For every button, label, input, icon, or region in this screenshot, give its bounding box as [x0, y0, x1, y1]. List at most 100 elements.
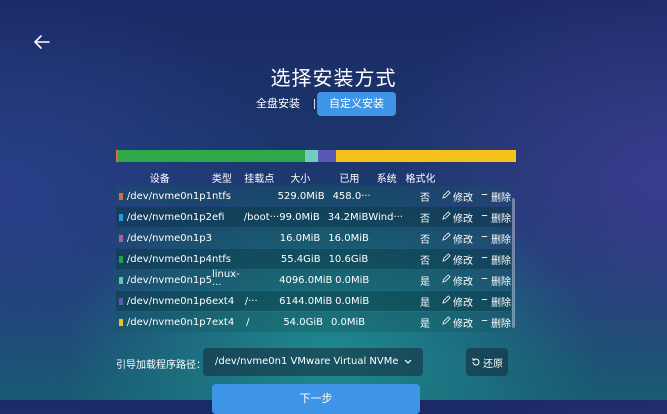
pencil-icon — [442, 274, 453, 286]
delete-partition-button[interactable]: 删除 — [480, 189, 511, 204]
table-row[interactable]: /dev/nvme0n1p5 linux-··· 4096.0MiB 0.0MiB 是修… — [116, 269, 511, 291]
disk-usage-bar — [116, 150, 516, 162]
cell-mount: / — [246, 316, 250, 328]
cell-format: 是 — [420, 276, 430, 288]
bootloader-select[interactable]: /dev/nvme0n1 VMware Virtual NVMe Disk — [203, 348, 423, 395]
minus-icon — [480, 316, 491, 328]
partition-color-swatch — [119, 255, 123, 263]
cell-used: 10.6GiB — [328, 253, 369, 265]
cell-device: /dev/nvme0n1p3 — [116, 233, 212, 244]
table-row[interactable]: /dev/nvme0n1p7 ext4 / 54.0GiB 0.0MiB 是修改 删除 — [116, 312, 511, 332]
pencil-icon — [442, 211, 453, 223]
cell-used: 0.0MiB — [335, 295, 370, 307]
header-mount: 挂载点 — [244, 173, 275, 185]
partition-color-swatch — [119, 213, 123, 221]
table-header: 设备 类型 挂载点 大小 已用 系统 格式化 — [116, 168, 511, 186]
install-mode-tabs: 全盘安装 自定义安装 — [244, 92, 396, 116]
pencil-icon — [442, 190, 453, 202]
back-button[interactable] — [30, 30, 54, 54]
minus-icon — [480, 253, 491, 265]
partition-color-swatch — [119, 192, 123, 200]
partition-table: 设备 类型 挂载点 大小 已用 系统 格式化 /dev/nvme0n1p1 ntf… — [116, 168, 511, 333]
cell-system: Wind··· — [368, 211, 403, 223]
cell-used: 0.0MiB — [330, 316, 366, 328]
cell-format: 是 — [420, 318, 430, 330]
partition-color-swatch — [119, 276, 123, 284]
bootloader-label: 引导加载程序路径： — [116, 360, 206, 371]
cell-format: 否 — [420, 255, 431, 267]
partition-color-swatch — [119, 318, 123, 326]
edit-partition-button[interactable]: 修改 — [442, 315, 473, 330]
header-size: 大小 — [290, 173, 311, 185]
delete-partition-button[interactable]: 删除 — [480, 315, 511, 330]
partition-rows: /dev/nvme0n1p1 ntfs 529.0MiB 458.0··· 否修改 删除 /… — [116, 186, 511, 332]
partition-color-swatch — [119, 234, 123, 242]
cell-size: 55.4GiB — [280, 253, 321, 265]
disk-segment — [335, 150, 516, 162]
restore-button[interactable]: 还原 — [466, 348, 508, 376]
minus-icon — [480, 232, 491, 244]
cell-size: 529.0MiB — [277, 190, 325, 202]
cell-device: /dev/nvme0n1p7 — [116, 317, 212, 328]
cell-format: 否 — [419, 192, 430, 204]
delete-partition-button[interactable]: 删除 — [480, 294, 511, 309]
cell-used: 0.0MiB — [335, 274, 370, 286]
edit-partition-button[interactable]: 修改 — [442, 273, 473, 288]
pencil-icon — [442, 253, 453, 265]
table-row[interactable]: /dev/nvme0n1p6 ext4 /··· 6144.0MiB 0.0MiB 是修改… — [116, 291, 511, 311]
edit-partition-button[interactable]: 修改 — [442, 294, 473, 309]
edit-partition-button[interactable]: 修改 — [442, 252, 473, 267]
cell-used: 16.0MiB — [328, 232, 369, 244]
partition-color-swatch — [119, 297, 123, 305]
delete-partition-button[interactable]: 删除 — [480, 273, 511, 288]
chevron-down-icon — [403, 348, 413, 388]
tab-custom[interactable]: 自定义安装 — [317, 92, 396, 116]
disk-segment — [304, 150, 318, 162]
delete-partition-button[interactable]: 删除 — [480, 231, 511, 246]
header-type: 类型 — [211, 173, 232, 185]
cell-format: 是 — [420, 297, 430, 309]
cell-size: 99.0MiB — [279, 211, 320, 223]
cell-mount: /boot··· — [243, 211, 280, 223]
edit-partition-button[interactable]: 修改 — [442, 210, 473, 225]
header-used: 已用 — [339, 173, 360, 185]
table-row[interactable]: /dev/nvme0n1p4 ntfs 55.4GiB 10.6GiB 否修改 删除 — [116, 249, 511, 269]
tab-divider — [314, 99, 315, 109]
minus-icon — [480, 274, 491, 286]
disk-segment — [317, 150, 336, 162]
cell-used: 34.2MiB — [327, 211, 369, 223]
pencil-icon — [442, 232, 453, 244]
restore-icon — [472, 358, 480, 366]
cell-device: /dev/nvme0n1p1 — [116, 191, 212, 202]
cell-device: /dev/nvme0n1p6 — [116, 296, 212, 307]
cell-size: 16.0MiB — [279, 232, 321, 244]
table-scrollbar[interactable] — [512, 198, 515, 328]
cell-device: /dev/nvme0n1p4 — [116, 254, 212, 265]
pencil-icon — [442, 295, 453, 307]
table-row[interactable]: /dev/nvme0n1p3 16.0MiB 16.0MiB 否修改 删除 — [116, 228, 511, 248]
cell-type: ntfs — [212, 190, 231, 202]
cell-device: /dev/nvme0n1p2 — [116, 212, 212, 223]
minus-icon — [480, 190, 491, 202]
disk-segment — [118, 150, 305, 162]
edit-partition-button[interactable]: 修改 — [442, 231, 473, 246]
delete-partition-button[interactable]: 删除 — [480, 252, 511, 267]
cell-size: 6144.0MiB — [279, 295, 333, 307]
cell-mount: /··· — [244, 295, 258, 307]
table-row[interactable]: /dev/nvme0n1p1 ntfs 529.0MiB 458.0··· 否修改 删除 — [116, 186, 511, 206]
delete-partition-button[interactable]: 删除 — [480, 210, 511, 225]
cell-format: 否 — [419, 234, 430, 246]
cell-type: ntfs — [212, 253, 231, 265]
edit-partition-button[interactable]: 修改 — [442, 189, 473, 204]
header-system: 系统 — [376, 173, 397, 185]
minus-icon — [480, 295, 491, 307]
restore-label: 还原 — [483, 358, 503, 370]
table-row[interactable]: /dev/nvme0n1p2 efi/boot··· 99.0MiB 34.2MiB W… — [116, 207, 511, 227]
tab-full-disk[interactable]: 全盘安装 — [244, 92, 312, 116]
next-button[interactable]: 下一步 — [212, 384, 420, 414]
cell-type: ext4 — [212, 295, 235, 307]
page-title: 选择安装方式 — [270, 66, 397, 90]
minus-icon — [480, 211, 491, 223]
cell-type: ext4 — [212, 316, 235, 328]
cell-size: 4096.0MiB — [279, 274, 333, 286]
